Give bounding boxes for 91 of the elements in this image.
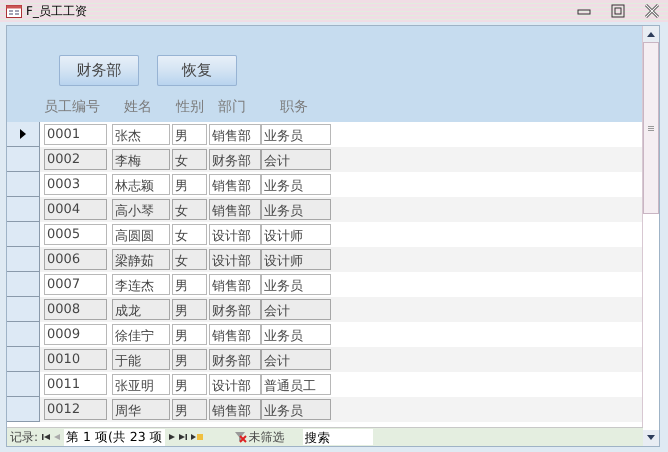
table-cell: 林志颖 (112, 174, 170, 195)
table-cell: 徐佳宁 (112, 324, 170, 345)
table-cell: 业务员 (261, 324, 331, 345)
table-cell: 成龙 (112, 299, 170, 320)
scroll-down-button[interactable] (643, 430, 659, 446)
table-cell: 0005 (44, 224, 107, 245)
table-cell: 张亚明 (112, 374, 170, 395)
filter-toggle[interactable]: 未筛选 (234, 428, 285, 446)
close-icon (644, 3, 660, 19)
table-cell: 高小琴 (112, 199, 170, 220)
table-cell: 财务部 (209, 149, 261, 170)
table-cell: 销售部 (209, 399, 261, 420)
table-cell: 0009 (44, 324, 107, 345)
filter-icon (234, 431, 247, 443)
table-cell: 李连杰 (112, 274, 170, 295)
table-cell: 销售部 (209, 174, 261, 195)
table-cell: 会计 (261, 299, 331, 320)
table-cell: 设计师 (261, 224, 331, 245)
first-record-icon[interactable] (42, 433, 50, 441)
table-cell: 业务员 (261, 199, 331, 220)
column-header: 部门 (218, 98, 247, 116)
table-cell: 男 (172, 324, 207, 345)
table-cell: 业务员 (261, 274, 331, 295)
table-cell: 男 (172, 374, 207, 395)
column-header: 职务 (280, 98, 309, 116)
table-cell: 张杰 (112, 124, 170, 145)
table-cell: 0002 (44, 149, 107, 170)
table-cell: 李梅 (112, 149, 170, 170)
table-cell: 0006 (44, 249, 107, 270)
table-cell: 财务部 (209, 299, 261, 320)
table-cell: 男 (172, 124, 207, 145)
table-cell: 业务员 (261, 174, 331, 195)
table-cell: 业务员 (261, 399, 331, 420)
table-cell: 周华 (112, 399, 170, 420)
record-label: 记录: (10, 428, 38, 446)
table-cell: 设计部 (209, 224, 261, 245)
column-header: 性别 (176, 98, 205, 116)
window-title: F_员工工资 (26, 2, 88, 20)
record-position-field[interactable]: 第 1 项(共 23 项 (64, 428, 165, 446)
column-header: 员工编号 (44, 98, 101, 116)
table-cell: 男 (172, 299, 207, 320)
table-cell: 销售部 (209, 274, 261, 295)
table-cell: 0001 (44, 124, 107, 145)
table-cell: 0003 (44, 174, 107, 195)
grip-icon (648, 126, 654, 130)
table-cell: 会计 (261, 349, 331, 370)
table-cell: 销售部 (209, 124, 261, 145)
record-selector[interactable] (7, 122, 40, 147)
down-arrow-icon (647, 434, 655, 442)
table-cell: 0010 (44, 349, 107, 370)
next-record-icon[interactable] (168, 433, 175, 441)
new-record-icon[interactable] (190, 433, 203, 441)
search-field[interactable]: 搜索 (302, 429, 373, 445)
table-cell: 男 (172, 399, 207, 420)
table-cell: 梁静茹 (112, 249, 170, 270)
table-cell: 女 (172, 149, 207, 170)
table-cell: 男 (172, 349, 207, 370)
table-cell: 0007 (44, 274, 107, 295)
table-cell: 0011 (44, 374, 107, 395)
current-record-icon (20, 129, 26, 139)
minimize-icon (577, 7, 591, 15)
table-cell: 普通员工 (261, 374, 331, 395)
table-cell: 0008 (44, 299, 107, 320)
table-cell: 女 (172, 199, 207, 220)
table-cell: 设计部 (209, 249, 261, 270)
table-cell: 男 (172, 174, 207, 195)
table-cell: 销售部 (209, 324, 261, 345)
table-cell: 会计 (261, 149, 331, 170)
column-header: 姓名 (124, 98, 153, 116)
table-cell: 0004 (44, 199, 107, 220)
table-cell: 设计部 (209, 374, 261, 395)
form-icon (6, 4, 22, 18)
up-arrow-icon (647, 30, 655, 38)
close-button[interactable] (642, 3, 662, 19)
table-cell: 业务员 (261, 124, 331, 145)
table-cell: 财务部 (209, 349, 261, 370)
last-record-icon[interactable] (178, 433, 187, 441)
table-cell: 女 (172, 249, 207, 270)
filter-button[interactable]: 财务部 (59, 55, 139, 86)
table-cell: 0012 (44, 399, 107, 420)
table-cell: 于能 (112, 349, 170, 370)
table-cell: 男 (172, 274, 207, 295)
previous-record-icon[interactable] (54, 433, 60, 441)
filter-button[interactable]: 恢复 (157, 55, 237, 86)
scroll-up-button[interactable] (643, 26, 659, 42)
maximize-icon (611, 4, 625, 18)
table-cell: 女 (172, 224, 207, 245)
table-cell: 高圆圆 (112, 224, 170, 245)
table-cell: 销售部 (209, 199, 261, 220)
scrollbar-thumb[interactable] (643, 42, 659, 214)
table-cell: 设计师 (261, 249, 331, 270)
